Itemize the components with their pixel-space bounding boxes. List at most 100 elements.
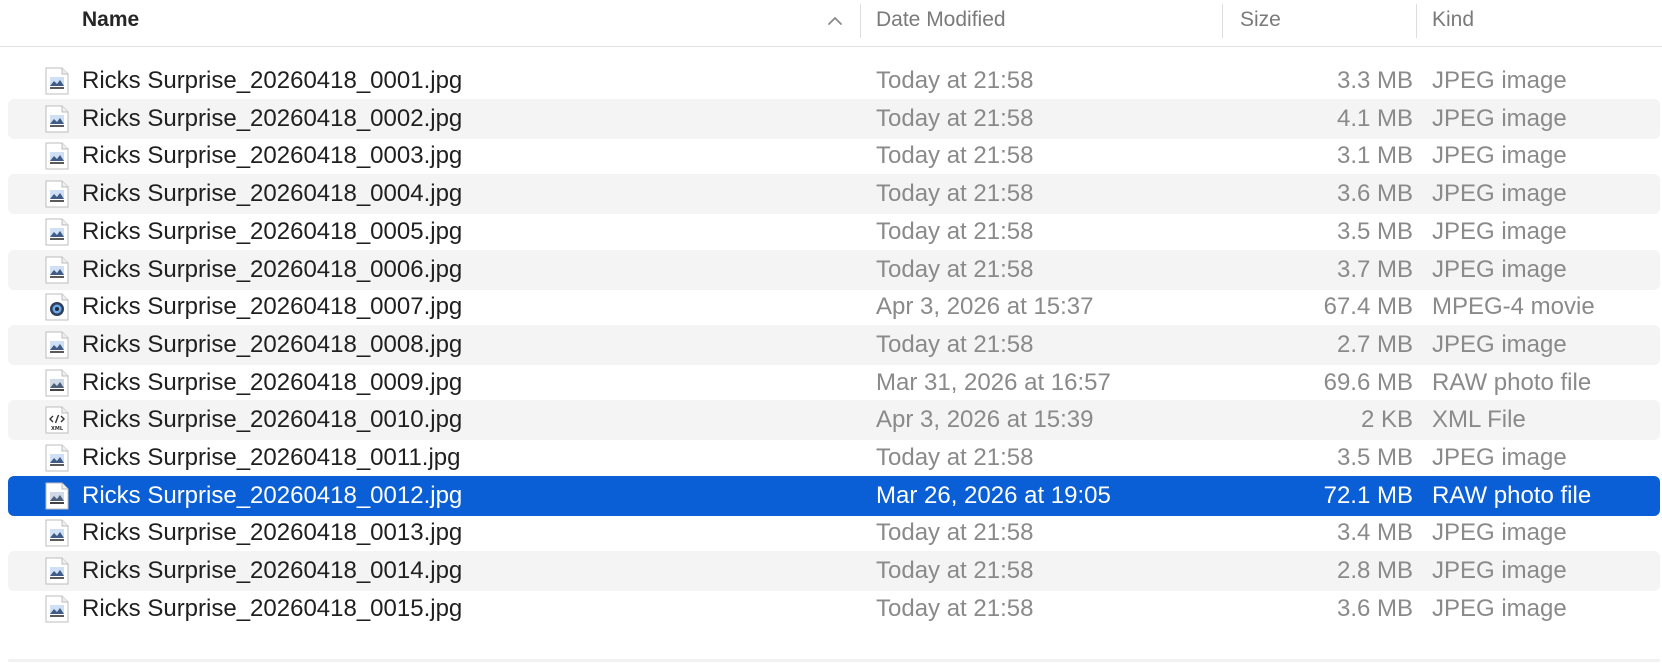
xml-file-icon: XML: [44, 406, 70, 434]
file-size: 3.3 MB: [1336, 67, 1413, 94]
file-name: Ricks Surprise_20260418_0002.jpg: [82, 104, 463, 132]
file-row[interactable]: Ricks Surprise_20260418_0009.jpg Mar 31, …: [8, 363, 1660, 403]
jpeg-file-icon: [44, 180, 70, 208]
jpeg-file-icon: [44, 105, 70, 133]
raw-file-icon: [44, 369, 70, 397]
file-date-modified: Mar 31, 2026 at 16:57: [876, 368, 1111, 396]
column-header-name[interactable]: Name: [82, 0, 139, 46]
file-kind: JPEG image: [1432, 330, 1567, 358]
file-date-modified: Apr 3, 2026 at 15:37: [876, 293, 1094, 321]
chevron-up-icon[interactable]: [826, 12, 844, 30]
file-kind: JPEG image: [1432, 67, 1567, 94]
file-name: Ricks Surprise_20260418_0008.jpg: [82, 330, 463, 358]
file-row[interactable]: Ricks Surprise_20260418_0012.jpg Mar 26, …: [8, 475, 1660, 516]
file-size: 69.6 MB: [1323, 368, 1413, 396]
file-row[interactable]: Ricks Surprise_20260418_0001.jpg Today at…: [8, 61, 1660, 101]
file-size: 3.5 MB: [1336, 444, 1413, 471]
file-kind: RAW photo file: [1432, 481, 1592, 509]
file-kind: XML File: [1432, 406, 1526, 434]
file-name: Ricks Surprise_20260418_0003.jpg: [82, 142, 463, 170]
file-date-modified: Today at 21:58: [876, 330, 1034, 358]
file-size: 4.1 MB: [1336, 104, 1413, 132]
movie-file-icon: [44, 293, 70, 321]
file-kind: JPEG image: [1432, 519, 1567, 547]
jpeg-file-icon: [44, 519, 70, 547]
file-date-modified: Today at 21:58: [876, 519, 1034, 547]
file-size: 3.7 MB: [1336, 255, 1413, 283]
file-date-modified: Today at 21:58: [876, 104, 1034, 132]
file-date-modified: Today at 21:58: [876, 557, 1034, 585]
file-name: Ricks Surprise_20260418_0007.jpg: [82, 293, 463, 321]
file-kind: MPEG-4 movie: [1432, 293, 1595, 321]
file-size: 2.8 MB: [1336, 557, 1413, 585]
file-name: Ricks Surprise_20260418_0001.jpg: [82, 67, 463, 94]
file-row[interactable]: Ricks Surprise_20260418_0003.jpg Today at…: [8, 136, 1660, 176]
file-kind: JPEG image: [1432, 594, 1567, 622]
file-name: Ricks Surprise_20260418_0004.jpg: [82, 180, 463, 208]
file-date-modified: Today at 21:58: [876, 255, 1034, 283]
file-date-modified: Today at 21:58: [876, 142, 1034, 170]
file-row[interactable]: Ricks Surprise_20260418_0013.jpg Today at…: [8, 513, 1660, 553]
jpeg-file-icon: [44, 444, 70, 472]
file-name: Ricks Surprise_20260418_0013.jpg: [82, 519, 463, 547]
file-size: 3.4 MB: [1336, 519, 1413, 547]
file-date-modified: Today at 21:58: [876, 67, 1034, 94]
file-row[interactable]: Ricks Surprise_20260418_0002.jpg Today at…: [8, 98, 1660, 139]
file-size: 72.1 MB: [1323, 481, 1413, 509]
jpeg-file-icon: [44, 256, 70, 284]
file-date-modified: Apr 3, 2026 at 15:39: [876, 406, 1094, 434]
file-size: 3.6 MB: [1336, 594, 1413, 622]
file-row[interactable]: XML Ricks Surprise_20260418_0010.jpg Apr 3…: [8, 400, 1660, 441]
file-name: Ricks Surprise_20260418_0009.jpg: [82, 368, 463, 396]
file-size: 67.4 MB: [1323, 293, 1413, 321]
column-header-size[interactable]: Size: [1240, 0, 1281, 46]
file-kind: JPEG image: [1432, 180, 1567, 208]
file-row[interactable]: Ricks Surprise_20260418_0007.jpg Apr 3, 2…: [8, 287, 1660, 327]
jpeg-file-icon: [44, 218, 70, 246]
file-row[interactable]: Ricks Surprise_20260418_0008.jpg Today at…: [8, 324, 1660, 365]
file-name: Ricks Surprise_20260418_0015.jpg: [82, 594, 463, 622]
file-size: 2 KB: [1360, 406, 1413, 434]
file-name: Ricks Surprise_20260418_0005.jpg: [82, 217, 463, 245]
file-size: 3.6 MB: [1336, 180, 1413, 208]
file-kind: RAW photo file: [1432, 368, 1592, 396]
file-row[interactable]: Ricks Surprise_20260418_0015.jpg Today at…: [8, 589, 1660, 629]
file-size: 3.1 MB: [1336, 142, 1413, 170]
column-divider[interactable]: [1222, 4, 1223, 38]
file-row[interactable]: Ricks Surprise_20260418_0004.jpg Today at…: [8, 174, 1660, 215]
column-header-kind[interactable]: Kind: [1432, 0, 1474, 46]
file-date-modified: Today at 21:58: [876, 594, 1034, 622]
jpeg-file-icon: [44, 142, 70, 170]
column-header-date-modified[interactable]: Date Modified: [876, 0, 1006, 46]
svg-text:XML: XML: [51, 426, 64, 432]
file-name: Ricks Surprise_20260418_0010.jpg: [82, 406, 463, 434]
jpeg-file-icon: [44, 331, 70, 359]
file-kind: JPEG image: [1432, 255, 1567, 283]
file-row[interactable]: Ricks Surprise_20260418_0011.jpg Today at…: [8, 438, 1660, 478]
file-name: Ricks Surprise_20260418_0011.jpg: [82, 444, 461, 471]
column-divider[interactable]: [860, 4, 861, 38]
file-row[interactable]: Ricks Surprise_20260418_0006.jpg Today at…: [8, 249, 1660, 290]
jpeg-file-icon: [44, 557, 70, 585]
file-kind: JPEG image: [1432, 557, 1567, 585]
file-date-modified: Today at 21:58: [876, 217, 1034, 245]
next-row-edge: [8, 659, 1660, 662]
file-row[interactable]: Ricks Surprise_20260418_0014.jpg Today at…: [8, 551, 1660, 592]
file-date-modified: Today at 21:58: [876, 444, 1034, 471]
file-row[interactable]: Ricks Surprise_20260418_0005.jpg Today at…: [8, 212, 1660, 252]
file-kind: JPEG image: [1432, 104, 1567, 132]
file-kind: JPEG image: [1432, 217, 1567, 245]
raw-file-icon: [44, 482, 70, 510]
column-divider[interactable]: [1416, 4, 1417, 38]
column-header-bar: Name Date Modified Size Kind: [0, 0, 1662, 47]
file-date-modified: Mar 26, 2026 at 19:05: [876, 481, 1111, 509]
file-name: Ricks Surprise_20260418_0014.jpg: [82, 557, 463, 585]
file-size: 2.7 MB: [1336, 330, 1413, 358]
file-kind: JPEG image: [1432, 142, 1567, 170]
jpeg-file-icon: [44, 595, 70, 623]
jpeg-file-icon: [44, 67, 70, 95]
file-kind: JPEG image: [1432, 444, 1567, 471]
file-name: Ricks Surprise_20260418_0012.jpg: [82, 481, 463, 509]
file-date-modified: Today at 21:58: [876, 180, 1034, 208]
file-size: 3.5 MB: [1336, 217, 1413, 245]
